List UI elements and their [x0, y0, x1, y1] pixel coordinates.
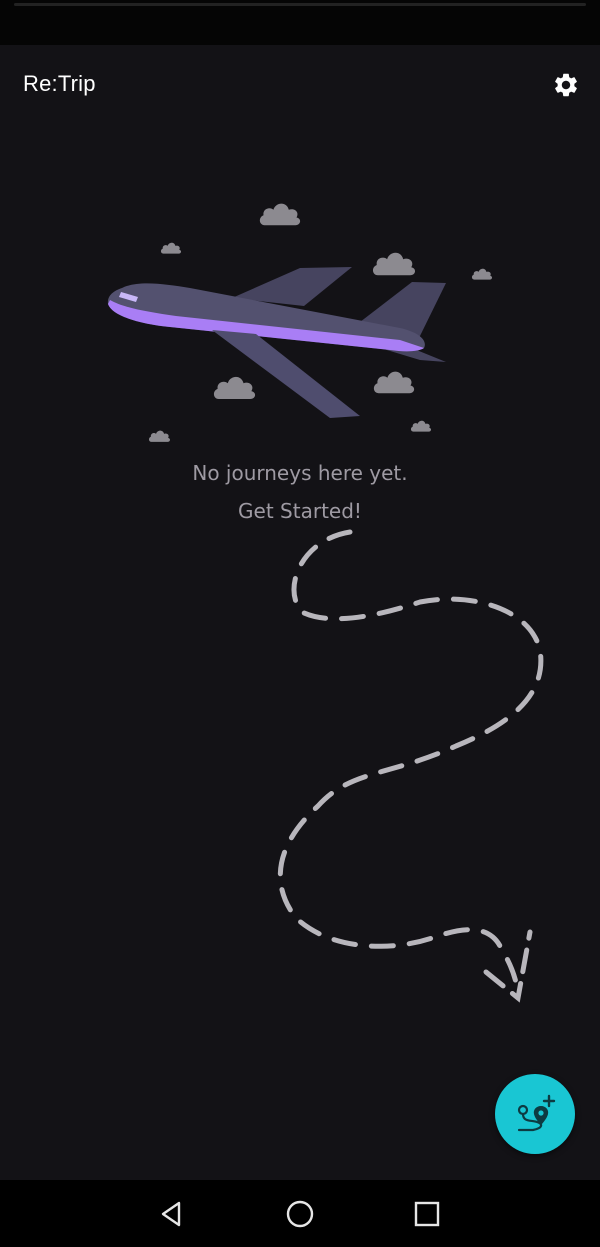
cloud-icon — [148, 430, 171, 442]
cloud-icon — [372, 252, 416, 276]
cloud-icon — [213, 376, 256, 399]
app-screen: Re:Trip No journeys here yet. Get Starte… — [0, 0, 600, 1247]
gear-icon — [555, 73, 577, 97]
status-bar — [0, 0, 600, 45]
cloud-icon — [410, 420, 432, 432]
app-bar: Re:Trip — [0, 45, 600, 127]
airplane — [107, 267, 446, 418]
cloud-icon — [259, 203, 301, 226]
dashed-path-arrow — [277, 529, 544, 1003]
home-button[interactable] — [280, 1194, 320, 1234]
add-trip-button[interactable] — [495, 1074, 575, 1154]
status-bar-divider — [14, 3, 586, 6]
back-button[interactable] — [152, 1194, 192, 1234]
cloud-icon — [471, 268, 493, 280]
recents-button[interactable] — [407, 1194, 447, 1234]
home-circle-icon — [286, 1200, 314, 1228]
airplane-illustration — [107, 203, 493, 442]
empty-state-title: No journeys here yet. — [192, 461, 408, 485]
settings-button[interactable] — [546, 65, 586, 105]
system-navigation-bar — [0, 1180, 600, 1247]
app-title: Re:Trip — [23, 71, 96, 96]
back-triangle-icon — [161, 1201, 181, 1227]
add-location-route-icon — [517, 1094, 556, 1132]
recents-square-icon — [414, 1201, 440, 1227]
cloud-icon — [160, 242, 182, 254]
cloud-icon — [373, 371, 415, 394]
